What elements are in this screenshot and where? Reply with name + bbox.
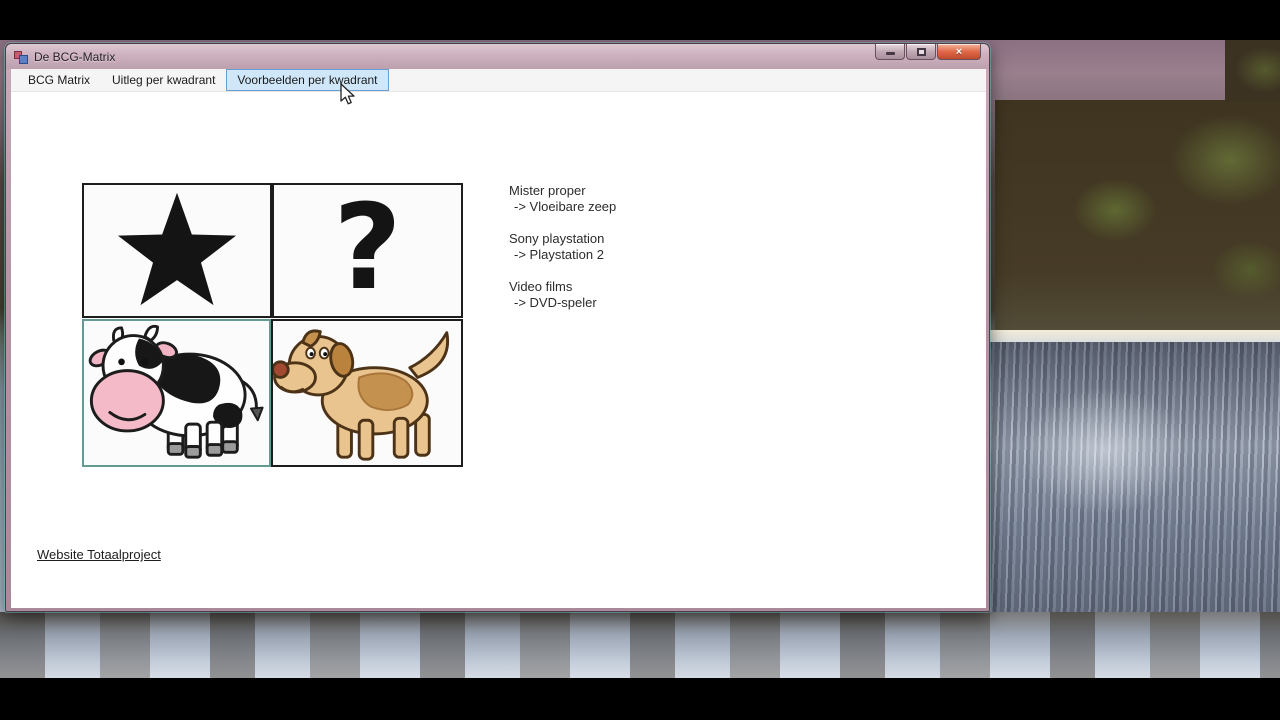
maximize-icon	[916, 47, 926, 56]
examples-text-block: Mister proper -> Vloeibare zeep Sony pla…	[509, 183, 616, 327]
quadrant-dog-box	[271, 319, 463, 467]
mouse-cursor	[340, 83, 355, 105]
menu-item-uitleg-per-kwadrant[interactable]: Uitleg per kwadrant	[101, 69, 226, 91]
trees-background-corner	[1225, 40, 1280, 102]
waterfall-mist	[0, 612, 1280, 678]
dog-image	[273, 329, 450, 461]
titlebar[interactable]: De BCG-Matrix	[6, 44, 989, 69]
example-item: Mister proper -> Vloeibare zeep	[509, 183, 616, 215]
letterbox-bar-top	[0, 0, 1280, 40]
example-result: -> Vloeibare zeep	[514, 199, 617, 214]
example-product: Mister proper	[509, 183, 586, 198]
letterbox-bar-bottom	[0, 678, 1280, 720]
waterfall-water	[988, 342, 1280, 614]
minimize-icon	[885, 52, 895, 55]
menu-item-voorbeelden-per-kwadrant[interactable]: Voorbeelden per kwadrant	[226, 69, 389, 91]
cash-cow-image	[88, 324, 264, 459]
window-controls: ×	[875, 44, 981, 60]
star-icon	[117, 192, 237, 306]
maximize-button[interactable]	[906, 44, 936, 60]
close-icon: ×	[955, 45, 963, 58]
screen: { "window": { "title": "De BCG-Matrix", …	[0, 0, 1280, 720]
app-icon	[14, 50, 28, 64]
app-window: De BCG-Matrix × BCG Matrix Uitleg per kw…	[5, 43, 990, 612]
example-product: Video films	[509, 279, 573, 294]
quadrant-star-box	[82, 183, 272, 318]
minimize-button[interactable]	[875, 44, 905, 60]
trees-background	[995, 100, 1280, 345]
quadrant-question-box: ?	[272, 183, 463, 318]
example-product: Sony playstation	[509, 231, 605, 246]
example-result: -> Playstation 2	[514, 247, 604, 262]
example-item: Sony playstation -> Playstation 2	[509, 231, 616, 263]
menu-item-bcg-matrix[interactable]: BCG Matrix	[17, 69, 101, 91]
menu-bar: BCG Matrix Uitleg per kwadrant Voorbeeld…	[11, 69, 986, 92]
example-item: Video films -> DVD-speler	[509, 279, 616, 311]
quadrant-cash-cow-box	[82, 319, 271, 467]
question-mark-glyph: ?	[333, 177, 402, 316]
website-totaalproject-link[interactable]: Website Totaalproject	[37, 547, 161, 562]
window-title: De BCG-Matrix	[34, 49, 116, 64]
example-result: -> DVD-speler	[514, 295, 597, 310]
client-area: BCG Matrix Uitleg per kwadrant Voorbeeld…	[11, 69, 986, 608]
close-button[interactable]: ×	[937, 44, 981, 60]
